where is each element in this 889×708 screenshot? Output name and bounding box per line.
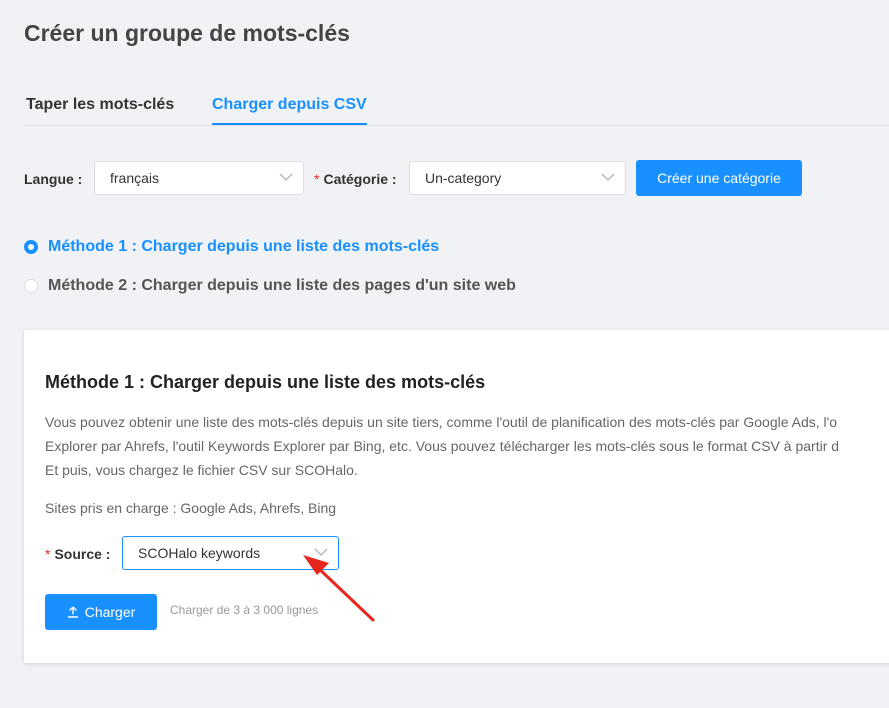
upload-button-label: Charger (84, 604, 136, 620)
method-1-option[interactable]: Méthode 1 : Charger depuis une liste des… (24, 238, 439, 256)
category-select-value: Un-category (425, 170, 502, 186)
source-select[interactable]: SCOHalo keywords (122, 536, 339, 570)
tab-type-keywords[interactable]: Taper les mots-clés (26, 96, 174, 123)
chevron-down-icon (279, 173, 293, 181)
chevron-down-icon (601, 173, 615, 181)
source-label: Source : (54, 546, 111, 562)
description-line: Explorer par Ahrefs, l'outil Keywords Ex… (45, 438, 840, 454)
language-label: Langue : (24, 171, 83, 187)
source-label-wrap: * Source : (45, 546, 110, 562)
language-select-value: français (110, 170, 160, 186)
upload-button[interactable]: Charger (45, 594, 157, 630)
category-select[interactable]: Un-category (409, 161, 626, 195)
method-2-option[interactable]: Méthode 2 : Charger depuis une liste des… (24, 277, 516, 295)
create-category-button[interactable]: Créer une catégorie (636, 160, 802, 196)
category-label-wrap: * Catégorie : (314, 171, 397, 187)
card-description: Vous pouvez obtenir une liste des mots-c… (45, 410, 889, 482)
description-line: Et puis, vous chargez le fichier CSV sur… (45, 462, 358, 478)
radio-selected-icon[interactable] (24, 240, 38, 254)
method-2-label: Méthode 2 : Charger depuis une liste des… (48, 277, 516, 294)
method-1-label: Méthode 1 : Charger depuis une liste des… (48, 238, 440, 255)
chevron-down-icon (314, 548, 328, 556)
page-title: Créer un groupe de mots-clés (24, 20, 350, 46)
supported-sites: Sites pris en charge : Google Ads, Ahref… (45, 500, 337, 516)
tabs: Taper les mots-clés Charger depuis CSV (24, 88, 889, 126)
card-title: Méthode 1 : Charger depuis une liste des… (45, 372, 486, 392)
language-select[interactable]: français (94, 161, 304, 195)
description-line: Vous pouvez obtenir une liste des mots-c… (45, 414, 838, 430)
radio-unselected-icon[interactable] (24, 279, 38, 293)
method-card: Méthode 1 : Charger depuis une liste des… (24, 330, 889, 663)
required-asterisk: * (314, 171, 320, 187)
upload-hint: Charger de 3 à 3 000 lignes (170, 603, 319, 617)
upload-icon (67, 606, 78, 618)
category-label: Catégorie : (323, 171, 397, 187)
source-select-value: SCOHalo keywords (138, 545, 261, 561)
tab-upload-csv[interactable]: Charger depuis CSV (212, 96, 367, 125)
required-asterisk: * (45, 546, 51, 562)
